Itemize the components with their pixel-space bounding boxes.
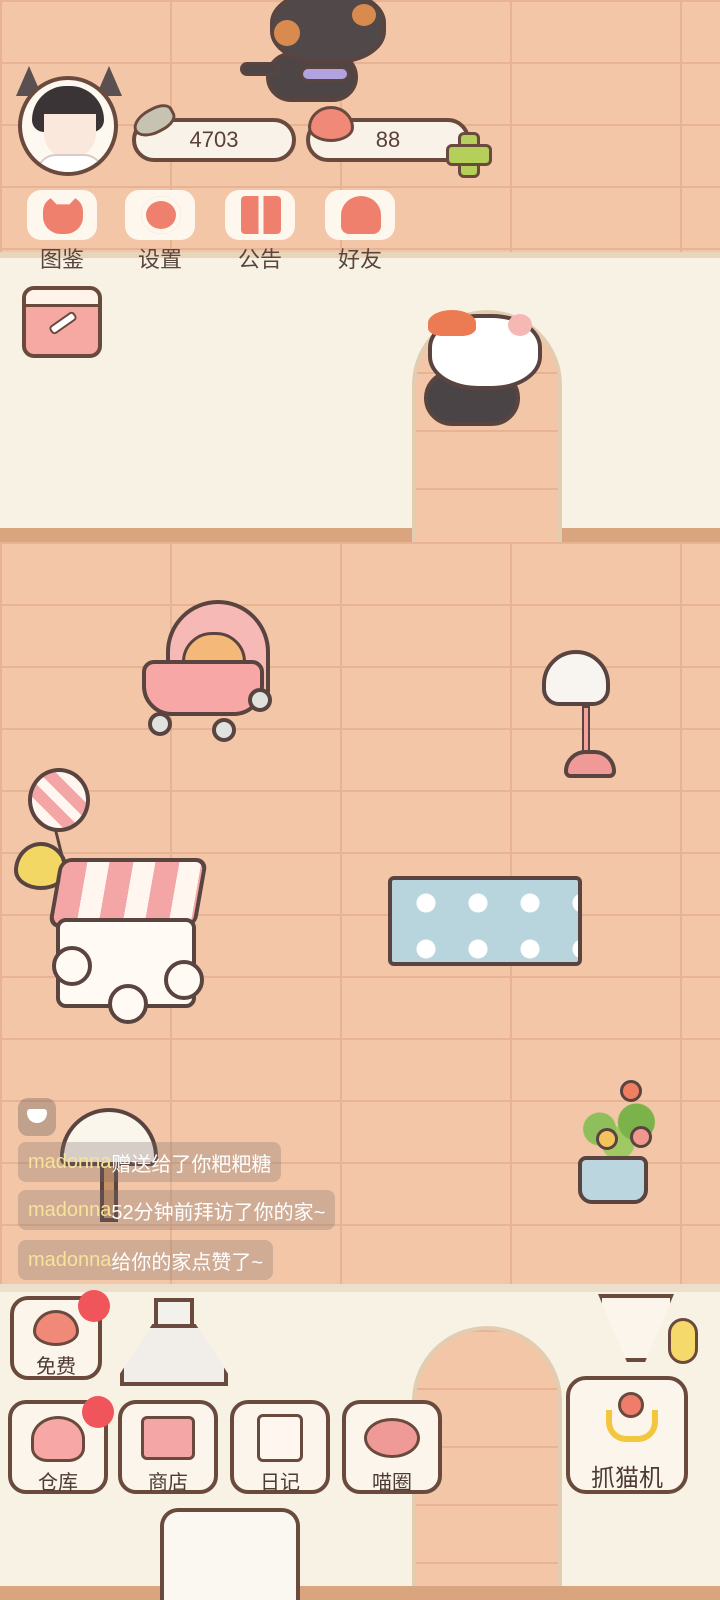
cat-black-calico[interactable] — [240, 0, 390, 108]
chat-message: madonna 给你的家点赞了~ — [18, 1240, 274, 1280]
striped-balloon — [28, 768, 90, 832]
collection-label: 图鉴 — [39, 247, 84, 272]
add-hearts-button[interactable] — [444, 130, 492, 178]
upper-room-floor — [0, 528, 720, 542]
cat-circle-label: 喵圈 — [372, 1472, 412, 1494]
claw-machine-label: 抓猫机 — [591, 1465, 663, 1492]
heart-icon — [33, 1310, 79, 1346]
diary-button[interactable]: 日记 — [230, 1400, 330, 1494]
announcement-label: 公告 — [237, 247, 282, 272]
friends-icon — [341, 196, 381, 234]
gift-icon — [241, 196, 281, 234]
claw-machine-top — [598, 1294, 698, 1366]
diary-label: 日记 — [260, 1472, 300, 1494]
cat-circle-button[interactable]: 喵圈 — [342, 1400, 442, 1494]
diary-book-icon — [257, 1414, 303, 1462]
shop-label: 商店 — [148, 1472, 188, 1494]
heart-count: 88 — [375, 127, 401, 152]
floor-lamp[interactable] — [542, 650, 622, 780]
upper-room-wall — [0, 252, 720, 550]
claw-machine-button[interactable]: 抓猫机 — [566, 1376, 688, 1494]
cart-wheel — [108, 984, 148, 1024]
storage-notification-dot — [82, 1396, 114, 1428]
free-label: 免费 — [36, 1356, 76, 1378]
calendar-edit-icon[interactable] — [22, 286, 102, 358]
gear-icon — [141, 196, 181, 234]
cat-white-black[interactable] — [414, 310, 546, 432]
potted-plant[interactable] — [572, 1080, 668, 1204]
cart-wheel — [52, 946, 92, 986]
chat-text: 52分钟前拜访了你的家~ — [111, 1201, 326, 1224]
cat-head-icon — [43, 196, 83, 234]
player-avatar[interactable] — [14, 66, 124, 176]
fish-count: 4703 — [189, 127, 239, 152]
chat-text: 给你的家点赞了~ — [111, 1251, 264, 1274]
heart-icon — [308, 106, 354, 142]
cat-planet-icon — [364, 1418, 420, 1458]
cart-wheel — [164, 960, 204, 1000]
hamster-stroller[interactable] — [142, 600, 272, 744]
collection-button[interactable]: 图鉴 — [20, 190, 104, 272]
polka-dot-rug[interactable] — [388, 876, 582, 966]
storage-label: 仓库 — [38, 1472, 78, 1494]
shop-button[interactable]: 商店 — [118, 1400, 218, 1494]
claw-icon — [606, 1392, 658, 1442]
storage-box-icon — [31, 1416, 85, 1462]
shop-icon — [141, 1416, 195, 1460]
chat-username: madonna — [28, 1248, 112, 1271]
chat-message: madonna 赠送给了你粑粑糖 — [18, 1142, 282, 1182]
chat-toggle-icon[interactable] — [18, 1098, 56, 1136]
friends-label: 好友 — [337, 247, 382, 272]
lower-room-floor — [0, 1586, 720, 1600]
chat-username: madonna — [28, 1150, 112, 1173]
friends-button[interactable]: 好友 — [318, 190, 402, 272]
chat-text: 赠送给了你粑粑糖 — [111, 1153, 272, 1176]
settings-label: 设置 — [137, 247, 182, 272]
range-hood[interactable] — [120, 1298, 228, 1388]
announcement-button[interactable]: 公告 — [218, 190, 302, 272]
chat-username: madonna — [28, 1198, 112, 1221]
bottom-drawer-tab[interactable] — [160, 1508, 300, 1600]
chat-message: madonna 52分钟前拜访了你的家~ — [18, 1190, 336, 1230]
settings-button[interactable]: 设置 — [118, 190, 202, 272]
free-notification-dot — [78, 1290, 110, 1322]
